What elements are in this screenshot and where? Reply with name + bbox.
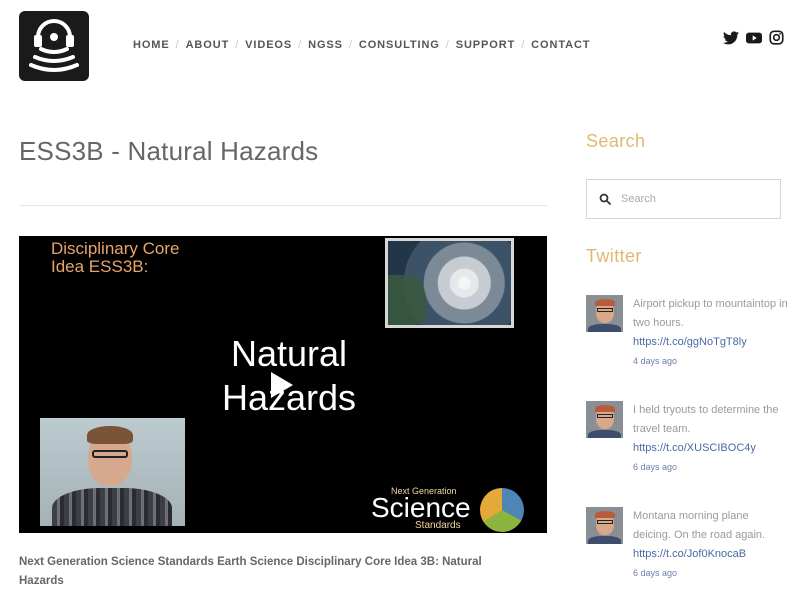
page-title: ESS3B - Natural Hazards [19, 136, 319, 166]
video-title-line: Natural [230, 333, 348, 374]
tweet-link[interactable]: https://t.co/ggNoTgT8ly [633, 333, 788, 352]
video-player[interactable]: Disciplinary Core Idea ESS3B: Natural Ha… [19, 236, 547, 533]
nav-separator: / [445, 39, 450, 51]
video-overlay-line: Disciplinary Core [51, 239, 180, 258]
nav-ngss[interactable]: NGSS [308, 39, 343, 51]
search-icon [599, 193, 611, 205]
nav-home[interactable]: HOME [133, 39, 170, 51]
main-nav: HOME / ABOUT / VIDEOS / NGSS / CONSULTIN… [133, 39, 590, 51]
tweet-body: Montana morning plane deicing. On the ro… [633, 507, 788, 581]
tweet-text: Montana morning plane deicing. On the ro… [633, 510, 766, 541]
nav-separator: / [235, 39, 240, 51]
tweet-time[interactable]: 6 days ago [633, 566, 788, 581]
play-icon[interactable] [271, 372, 293, 398]
twitter-icon[interactable] [723, 30, 739, 50]
headphones-signal-icon [29, 19, 79, 72]
tweet-body: I held tryouts to determine the travel t… [633, 401, 788, 475]
video-overlay-line: Idea ESS3B: [51, 257, 149, 276]
tweet-time[interactable]: 4 days ago [633, 354, 788, 369]
nav-support[interactable]: SUPPORT [456, 39, 515, 51]
nav-separator: / [175, 39, 180, 51]
nav-separator: / [298, 39, 303, 51]
presenter-hair [87, 426, 133, 444]
tweet-time[interactable]: 6 days ago [633, 460, 788, 475]
ngss-logo-bottom: Standards [415, 520, 461, 531]
ngss-pie-icon [480, 488, 524, 532]
search-heading: Search [586, 131, 646, 151]
instagram-icon[interactable] [769, 30, 784, 50]
video-caption: Next Generation Science Standards Earth … [19, 556, 482, 587]
site-logo[interactable] [19, 11, 89, 81]
search-input[interactable] [621, 193, 771, 205]
presenter-thumbnail [40, 418, 185, 526]
youtube-icon[interactable] [746, 31, 762, 50]
hurricane-image [385, 238, 514, 328]
presenter-shirt [52, 488, 172, 526]
avatar[interactable] [586, 295, 623, 332]
avatar[interactable] [586, 401, 623, 438]
avatar[interactable] [586, 507, 623, 544]
presenter-glasses [92, 450, 128, 458]
nav-contact[interactable]: CONTACT [531, 39, 590, 51]
nav-about[interactable]: ABOUT [186, 39, 230, 51]
nav-separator: / [348, 39, 353, 51]
tweet-text: Airport pickup to mountaintop in two hou… [633, 298, 788, 329]
video-overlay-heading: Disciplinary Core Idea ESS3B: [51, 240, 179, 276]
tweet-link[interactable]: https://t.co/Jof0KnocaB [633, 545, 788, 564]
nav-videos[interactable]: VIDEOS [245, 39, 292, 51]
search-box[interactable] [586, 179, 781, 219]
nav-separator: / [521, 39, 526, 51]
tweet-link[interactable]: https://t.co/XUSCIBOC4y [633, 439, 788, 458]
tweet-text: I held tryouts to determine the travel t… [633, 404, 779, 435]
social-links [723, 30, 784, 50]
twitter-heading: Twitter [586, 246, 642, 266]
nav-consulting[interactable]: CONSULTING [359, 39, 440, 51]
title-divider [19, 205, 547, 206]
tweet-body: Airport pickup to mountaintop in two hou… [633, 295, 788, 369]
